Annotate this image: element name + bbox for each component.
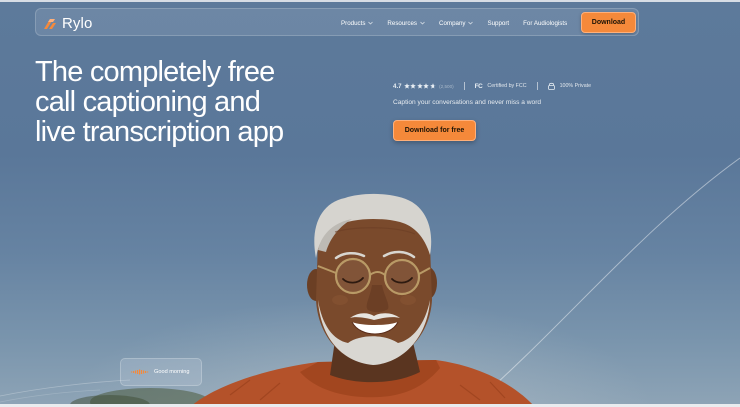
nav-item-label: Company <box>439 19 466 27</box>
star-half-icon <box>429 83 436 89</box>
nav-item-label: Resources <box>387 19 417 27</box>
nav-item-products[interactable]: Products <box>341 19 374 27</box>
chevron-down-icon <box>468 21 474 25</box>
caption-text: Good morning <box>154 369 190 375</box>
fcc-certified-text: Certified by FCC <box>487 83 527 89</box>
nav-item-label: Support <box>487 19 510 27</box>
navbar: Rylo Products Resources Company Support … <box>35 8 639 36</box>
nav-item-resources[interactable]: Resources <box>387 20 425 27</box>
caption-bubble: Good morning <box>120 358 202 386</box>
divider <box>536 82 538 90</box>
star-icon <box>423 83 429 89</box>
chevron-down-icon <box>420 21 425 25</box>
nav-item-company[interactable]: Company <box>439 19 474 27</box>
nav-download-button[interactable]: Download <box>581 12 636 33</box>
nav-item-label: Products <box>341 19 366 27</box>
chevron-down-icon <box>368 21 374 25</box>
star-icon <box>410 83 416 89</box>
headline-line: The completely free <box>35 56 275 88</box>
rating-stars <box>403 83 437 89</box>
download-for-free-button[interactable]: Download for free <box>393 120 476 141</box>
nav-links: Products Resources Company Support For A… <box>341 9 581 37</box>
divider <box>463 82 465 90</box>
star-icon <box>403 83 410 89</box>
hero-tagline: Caption your conversations and never mis… <box>393 99 542 106</box>
rylo-logo-icon <box>44 19 56 29</box>
nav-item-for-audiologists[interactable]: For Audiologists <box>523 20 567 27</box>
lock-icon <box>547 82 555 90</box>
brand-name: Rylo <box>62 14 93 32</box>
hero-headline: The completely free call captioning and … <box>35 57 335 147</box>
nav-item-support[interactable]: Support <box>487 20 509 27</box>
trust-row: 4.7 (2,500) FC Certified by FCC 100% Pri… <box>393 81 591 91</box>
waveform-icon <box>131 369 149 375</box>
review-count: (2,500) <box>439 83 454 89</box>
rating-value: 4.7 <box>393 82 402 90</box>
star-icon <box>416 83 423 89</box>
brand-logo[interactable]: Rylo <box>43 14 92 32</box>
fcc-icon: FC <box>474 82 483 90</box>
headline-line: live transcription app <box>35 116 284 148</box>
nav-item-label: For Audiologists <box>523 19 568 27</box>
privacy-text: 100% Private <box>559 83 592 89</box>
headline-line: call captioning and <box>35 86 261 118</box>
